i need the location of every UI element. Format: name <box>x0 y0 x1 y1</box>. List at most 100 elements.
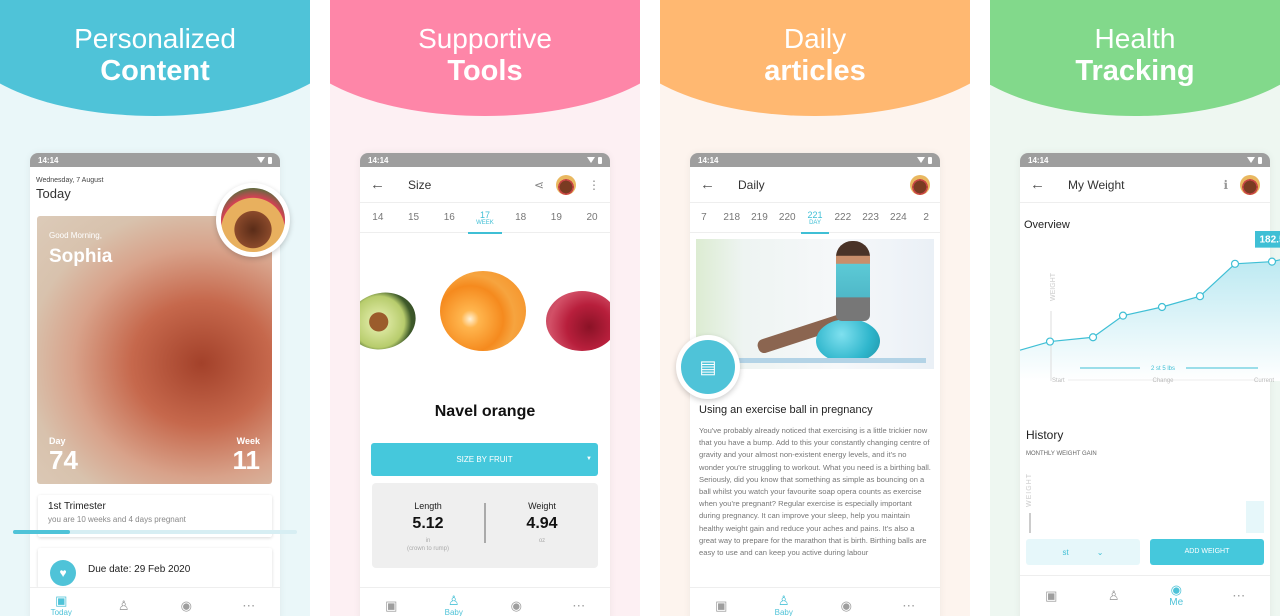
wifi-icon <box>1247 157 1255 163</box>
chart-point[interactable] <box>1267 257 1277 266</box>
bottom-nav: ▣ Today ♙ ◉ ⋯ <box>30 587 280 616</box>
chart-point[interactable] <box>1088 333 1098 342</box>
status-time: 14:14 <box>698 155 719 165</box>
tab-number: 17 <box>479 209 490 220</box>
calendar-icon: ▣ <box>1045 587 1058 603</box>
battery-icon <box>1258 156 1262 164</box>
chart-point[interactable] <box>1045 337 1055 346</box>
user-name: Sophia <box>49 246 113 267</box>
tab-number: 20 <box>586 212 598 223</box>
day-value: 74 <box>49 445 78 475</box>
nav-item-profile[interactable]: ◉ Me <box>1151 583 1201 609</box>
nav-item-more[interactable]: ⋯ <box>554 598 604 613</box>
tab-2[interactable]: 2 <box>912 203 940 233</box>
chart-point[interactable] <box>1195 292 1205 301</box>
avatar[interactable] <box>216 183 290 257</box>
back-arrow-icon[interactable]: ← <box>370 176 398 193</box>
profile-icon: ◉ <box>510 597 522 613</box>
chart-point[interactable] <box>1118 311 1128 320</box>
nav-item-baby[interactable]: ♙ <box>99 597 149 613</box>
chart-area <box>1020 259 1280 381</box>
weight-chart: WEIGHT 182.5 2 st 5 lbs Start Change Current <box>1019 231 1280 384</box>
nav-item-more[interactable]: ⋯ <box>884 598 934 613</box>
chart-y-axis-label: WEIGHT <box>1050 272 1057 301</box>
tab-224[interactable]: 224 <box>884 203 912 233</box>
chart-x-label: Start <box>1052 378 1065 384</box>
size-by-fruit-dropdown[interactable]: SIZE BY FRUIT ▼ <box>371 443 598 476</box>
more-vert-icon[interactable]: ⋮ <box>588 178 600 192</box>
screen-title: My Weight <box>1068 177 1125 192</box>
tab-17[interactable]: 17 WEEK <box>467 203 502 234</box>
back-arrow-icon[interactable]: ← <box>1030 176 1058 193</box>
more-icon: ⋯ <box>1232 587 1246 603</box>
bottom-nav: ▣ ♙ Baby ◉ ⋯ <box>690 587 940 616</box>
chart-point[interactable] <box>1157 302 1167 312</box>
dropdown-label: SIZE BY FRUIT <box>456 455 513 464</box>
nav-item-baby[interactable]: ♙ Baby <box>759 594 809 616</box>
tab-220[interactable]: 220 <box>773 203 801 233</box>
tab-number: 18 <box>515 212 527 223</box>
current-value-label: 182.5 <box>1259 235 1280 246</box>
status-bar: 14:14 <box>690 153 940 167</box>
nav-item-calendar[interactable]: ▣ <box>1026 587 1076 603</box>
headline-line1: Daily <box>783 23 847 54</box>
avatar[interactable] <box>910 174 930 195</box>
heartbeat-icon: ♥ <box>50 560 76 586</box>
baby-icon: ♙ <box>117 597 130 613</box>
nav-item-profile[interactable]: ◉ <box>821 597 871 613</box>
day-tabs: 7 218 219 220 221 DAY 222 223 224 2 <box>690 203 940 234</box>
headline-line2: Content <box>100 55 210 87</box>
tab-222[interactable]: 222 <box>829 203 857 233</box>
chart-point[interactable] <box>1230 259 1240 268</box>
share-icon[interactable]: ⋖ <box>534 178 544 192</box>
avatar[interactable] <box>1240 174 1260 195</box>
back-arrow-icon[interactable]: ← <box>700 176 728 193</box>
panel-personalized-content: Personalized Content 14:14 Wednesday, 7 … <box>0 0 310 616</box>
length-value: 5.12 <box>412 515 444 532</box>
nav-item-baby[interactable]: ♙ <box>1089 588 1139 603</box>
tab-20[interactable]: 20 <box>575 203 609 233</box>
screen-title: Daily <box>738 177 765 192</box>
trimester-title: 1st Trimester <box>48 501 106 512</box>
nav-item-profile[interactable]: ◉ <box>161 598 211 613</box>
nav-item-calendar[interactable]: ▣ <box>366 597 416 613</box>
date-label: Wednesday, 7 August <box>36 177 104 184</box>
tab-7[interactable]: 7 <box>690 203 718 233</box>
avatar[interactable] <box>556 174 576 195</box>
tab-number: 222 <box>834 212 852 223</box>
fruit-images <box>360 271 610 361</box>
article-title[interactable]: Using an exercise ball in pregnancy <box>699 404 873 416</box>
tab-19[interactable]: 19 <box>539 203 573 233</box>
nav-item-profile[interactable]: ◉ <box>491 597 541 613</box>
nav-item-calendar[interactable]: ▣ Today <box>36 594 86 616</box>
calendar-icon: ▣ <box>385 597 398 613</box>
tab-number: 7 <box>701 212 707 223</box>
tab-221[interactable]: 221 DAY <box>801 203 829 234</box>
info-icon[interactable]: ℹ <box>1223 178 1228 192</box>
calendar-icon: ▣ <box>715 597 728 613</box>
tab-218[interactable]: 218 <box>718 203 746 233</box>
chevron-down-icon: ⌄ <box>1096 547 1104 557</box>
nav-item-more[interactable]: ⋯ <box>224 598 274 613</box>
unit-select[interactable]: st ⌄ <box>1026 539 1140 565</box>
add-weight-button[interactable]: ADD WEIGHT <box>1150 539 1264 565</box>
history-title: History <box>1026 428 1064 442</box>
tab-219[interactable]: 219 <box>746 203 774 233</box>
headline-line2: Tracking <box>1075 55 1195 87</box>
profile-icon: ◉ <box>840 597 852 613</box>
baby-hero-card[interactable]: Good Morning, Sophia Day 74 Week 11 <box>37 216 272 484</box>
tab-14[interactable]: 14 <box>361 203 395 233</box>
due-date-text: Due date: 29 Feb 2020 <box>88 564 191 575</box>
nav-item-calendar[interactable]: ▣ <box>696 597 746 613</box>
nav-item-baby[interactable]: ♙ Baby <box>429 594 479 616</box>
tab-223[interactable]: 223 <box>857 203 885 233</box>
length-column: Length 5.12 in (crown to rump) <box>372 483 484 568</box>
weight-value: 4.94 <box>526 515 558 532</box>
status-time: 14:14 <box>368 155 389 165</box>
tab-15[interactable]: 15 <box>397 203 431 233</box>
bottom-nav: ▣ ♙ Baby ◉ ⋯ <box>360 587 610 616</box>
tab-18[interactable]: 18 <box>504 203 538 233</box>
nav-item-more[interactable]: ⋯ <box>1214 587 1264 603</box>
due-date-card[interactable]: ♥ Due date: 29 Feb 2020 <box>38 548 272 588</box>
tab-16[interactable]: 16 <box>432 203 466 233</box>
